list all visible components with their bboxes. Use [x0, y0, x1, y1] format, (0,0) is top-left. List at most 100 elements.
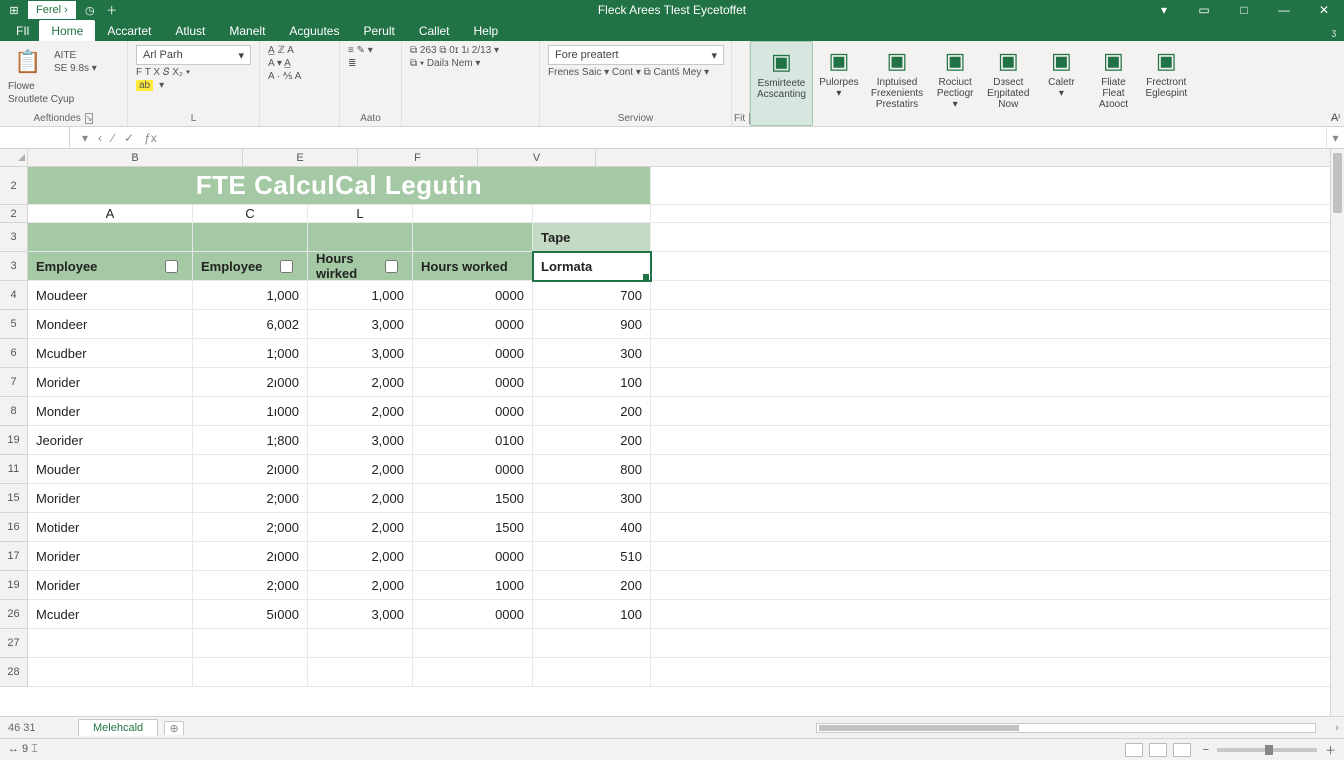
- cell[interactable]: 800: [533, 455, 651, 484]
- cell[interactable]: 2,000: [308, 397, 413, 426]
- cell[interactable]: 0100: [413, 426, 533, 455]
- cell[interactable]: 100: [533, 600, 651, 629]
- formula-bar-expand-icon[interactable]: ▾: [1326, 127, 1344, 148]
- cell[interactable]: [28, 223, 193, 252]
- font-style-row[interactable]: F T X 𝑆 X₂ ▾: [136, 67, 251, 78]
- qat-tab[interactable]: Ferel ›: [28, 1, 76, 19]
- cell[interactable]: 2,000: [308, 542, 413, 571]
- cell[interactable]: 1500: [413, 484, 533, 513]
- tab-help[interactable]: Help: [462, 20, 511, 41]
- cell[interactable]: 200: [533, 571, 651, 600]
- cell[interactable]: [308, 223, 413, 252]
- cell[interactable]: Morider: [28, 484, 193, 513]
- number-format-row[interactable]: Frenes Saic ▾ Cont ▾ ⧉ Cantś Mey ▾: [548, 67, 723, 78]
- cell[interactable]: Mondeer: [28, 310, 193, 339]
- tab-home[interactable]: Home: [39, 20, 95, 41]
- cell[interactable]: 510: [533, 542, 651, 571]
- cell[interactable]: Mouder: [28, 455, 193, 484]
- cell[interactable]: Morider: [28, 571, 193, 600]
- font-color-row[interactable]: A ▾ A̲: [268, 58, 331, 69]
- number-row1[interactable]: ⧉ 263 ⧉ 0ɪ 1ι 2/13 ▾: [410, 45, 531, 56]
- ribbon-display-options[interactable]: ▾: [1144, 0, 1184, 20]
- row-header[interactable]: 2: [0, 205, 28, 223]
- worksheet-grid[interactable]: B E F V 2FTE CalculCal Legutin 2A C L 3 …: [0, 149, 1344, 716]
- cell[interactable]: 2;000: [193, 484, 308, 513]
- font-size-row[interactable]: A̲ ℤ A: [268, 45, 331, 56]
- cell[interactable]: [413, 223, 533, 252]
- cell[interactable]: 2,000: [308, 455, 413, 484]
- cell[interactable]: 400: [533, 513, 651, 542]
- app-icon[interactable]: ⊞: [6, 2, 22, 18]
- cell[interactable]: 2ı000: [193, 455, 308, 484]
- cell[interactable]: [651, 167, 1344, 205]
- new-tab-icon[interactable]: ＋: [104, 2, 120, 18]
- select-all-corner[interactable]: [0, 149, 28, 166]
- tab-callet[interactable]: Callet: [407, 20, 462, 41]
- cell[interactable]: [651, 426, 1344, 455]
- cell[interactable]: Monder: [28, 397, 193, 426]
- ribbon-big-button[interactable]: ▣ FliateFleatAɪooct: [1087, 41, 1139, 126]
- tab-atlust[interactable]: Atlust: [163, 20, 217, 41]
- cell[interactable]: [651, 281, 1344, 310]
- cell[interactable]: [651, 513, 1344, 542]
- cell[interactable]: [651, 205, 1344, 223]
- cell[interactable]: 0000: [413, 397, 533, 426]
- font-effects-row[interactable]: A · ⅍ A: [268, 71, 331, 82]
- cell[interactable]: 3,000: [308, 339, 413, 368]
- formula-input[interactable]: [169, 127, 1326, 148]
- cell[interactable]: 0000: [413, 339, 533, 368]
- row-header[interactable]: 7: [0, 368, 28, 397]
- cell[interactable]: 0000: [413, 310, 533, 339]
- cell[interactable]: Mcudber: [28, 339, 193, 368]
- row-header[interactable]: 28: [0, 658, 28, 687]
- sheet-tab[interactable]: Melehcald: [78, 719, 158, 736]
- cell[interactable]: 3,000: [308, 426, 413, 455]
- row-header[interactable]: 26: [0, 600, 28, 629]
- fx-insert-function-icon[interactable]: ƒx: [144, 131, 157, 145]
- cell[interactable]: 0000: [413, 600, 533, 629]
- column-header[interactable]: Employee: [28, 252, 193, 281]
- column-header[interactable]: Hours worked: [413, 252, 533, 281]
- sub-col-letter[interactable]: L: [308, 205, 413, 223]
- col-header[interactable]: V: [478, 149, 596, 166]
- cell[interactable]: 1,000: [193, 281, 308, 310]
- window-maximize[interactable]: □: [1224, 0, 1264, 20]
- cell[interactable]: 0000: [413, 281, 533, 310]
- cell[interactable]: 200: [533, 397, 651, 426]
- autosave-icon[interactable]: ◷: [82, 2, 98, 18]
- cell[interactable]: [651, 310, 1344, 339]
- cell[interactable]: [651, 339, 1344, 368]
- number-format-combo[interactable]: Fore preatert▾: [548, 45, 724, 65]
- cell[interactable]: [28, 658, 193, 687]
- row-header[interactable]: 5: [0, 310, 28, 339]
- font-name-combo[interactable]: Arl Parh▾: [136, 45, 251, 65]
- cell[interactable]: Moudeer: [28, 281, 193, 310]
- cell[interactable]: 2,000: [308, 484, 413, 513]
- horizontal-scrollbar[interactable]: [816, 723, 1316, 733]
- scroll-right-icon[interactable]: ›: [1330, 722, 1344, 734]
- cell[interactable]: 2;000: [193, 513, 308, 542]
- cell[interactable]: 300: [533, 339, 651, 368]
- row-header[interactable]: 11: [0, 455, 28, 484]
- cell[interactable]: 1;000: [193, 339, 308, 368]
- cell[interactable]: Motider: [28, 513, 193, 542]
- cell[interactable]: [651, 455, 1344, 484]
- cell[interactable]: 1500: [413, 513, 533, 542]
- cell[interactable]: [533, 629, 651, 658]
- cell[interactable]: [651, 542, 1344, 571]
- ribbon-big-button[interactable]: ▣ InptuisedFrexenientsPrestatirs: [865, 41, 929, 126]
- window-close[interactable]: ✕: [1304, 0, 1344, 20]
- cell[interactable]: 2,000: [308, 513, 413, 542]
- cell[interactable]: 3,000: [308, 600, 413, 629]
- ribbon-collapse-icon[interactable]: ᶾ: [1324, 27, 1344, 41]
- cell[interactable]: [651, 658, 1344, 687]
- column-header[interactable]: Hours wirked: [308, 252, 413, 281]
- cell[interactable]: [651, 484, 1344, 513]
- cell[interactable]: [651, 252, 1344, 281]
- row-header[interactable]: 17: [0, 542, 28, 571]
- row-header[interactable]: 15: [0, 484, 28, 513]
- ribbon-big-button[interactable]: ▣ Caletr▾: [1035, 41, 1087, 126]
- cell[interactable]: 2;000: [193, 571, 308, 600]
- cell[interactable]: [308, 658, 413, 687]
- ribbon-big-button[interactable]: ▣ FrectrontEgleɢpint: [1139, 41, 1193, 126]
